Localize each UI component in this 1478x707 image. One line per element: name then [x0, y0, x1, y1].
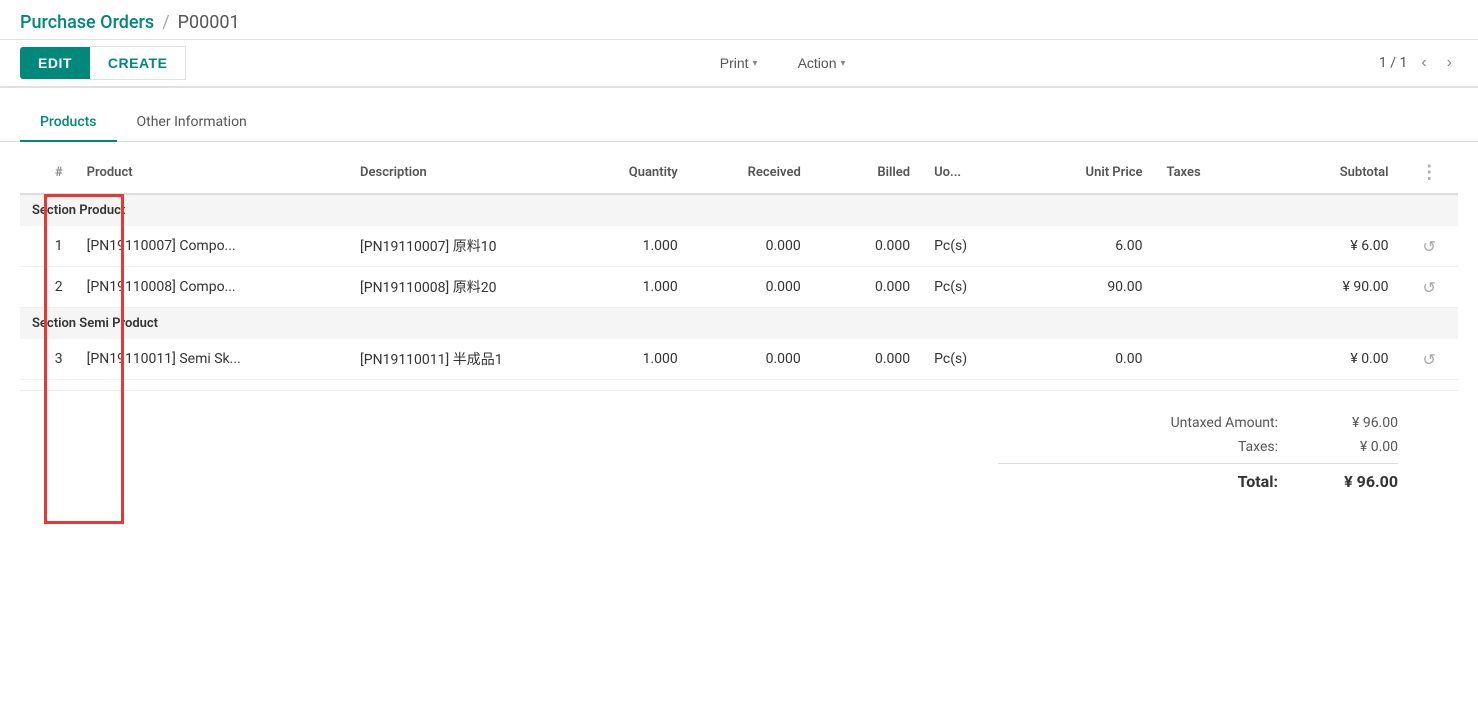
table-cell: [PN19110008] Compo... — [75, 267, 348, 308]
table-area: # Product Description Quantity Received … — [0, 152, 1478, 525]
table-cell: [PN19110011] 半成品1 — [348, 339, 567, 380]
table-cell: 0.000 — [813, 226, 922, 267]
col-header-actions: ⋮ — [1401, 152, 1458, 194]
taxes-value: ¥ 0.00 — [1318, 439, 1398, 455]
table-cell: 0.000 — [690, 267, 813, 308]
next-button[interactable]: › — [1441, 52, 1458, 74]
table-cell: 1.000 — [567, 226, 690, 267]
table-cell: 0.000 — [690, 339, 813, 380]
table-wrapper: # Product Description Quantity Received … — [20, 152, 1458, 380]
action-label: Action — [798, 55, 837, 71]
col-header-num: # — [20, 152, 75, 194]
prev-button[interactable]: ‹ — [1415, 52, 1432, 74]
table-row[interactable]: 1[PN19110007] Compo...[PN19110007] 原料101… — [20, 226, 1458, 267]
total-label: Total: — [998, 472, 1278, 491]
create-button[interactable]: CREATE — [90, 46, 187, 80]
table-cell: 2 — [20, 267, 75, 308]
col-header-billed: Billed — [813, 152, 922, 194]
untaxed-amount-label: Untaxed Amount: — [998, 415, 1278, 431]
table-cell: ¥ 6.00 — [1264, 226, 1401, 267]
totals-section: Untaxed Amount: ¥ 96.00 Taxes: ¥ 0.00 To… — [20, 390, 1458, 505]
breadcrumb-main[interactable]: Purchase Orders — [20, 12, 154, 33]
col-header-subtotal: Subtotal — [1264, 152, 1401, 194]
col-header-taxes: Taxes — [1154, 152, 1263, 194]
col-header-quantity: Quantity — [567, 152, 690, 194]
tab-products[interactable]: Products — [20, 104, 117, 142]
table-cell — [1154, 339, 1263, 380]
pagination: 1 / 1 ‹ › — [1379, 52, 1458, 74]
tab-other-information[interactable]: Other Information — [117, 104, 267, 142]
table-cell: 6.00 — [1018, 226, 1155, 267]
table-cell: 0.000 — [813, 267, 922, 308]
action-button[interactable]: Action ▾ — [788, 49, 856, 77]
print-chevron-icon: ▾ — [753, 58, 758, 69]
breadcrumb: Purchase Orders / P00001 — [0, 0, 1478, 39]
table-cell: 1.000 — [567, 339, 690, 380]
taxes-row: Taxes: ¥ 0.00 — [998, 435, 1398, 459]
table-cell: 1.000 — [567, 267, 690, 308]
products-table: # Product Description Quantity Received … — [20, 152, 1458, 380]
table-cell: 1 — [20, 226, 75, 267]
table-cell: Pc(s) — [922, 267, 1018, 308]
table-cell: 0.00 — [1018, 339, 1155, 380]
grand-total-row: Total: ¥ 96.00 — [998, 463, 1398, 495]
table-cell: [PN19110007] Compo... — [75, 226, 348, 267]
tabs: Products Other Information — [0, 104, 1478, 142]
table-cell: 0.000 — [813, 339, 922, 380]
table-cell: 0.000 — [690, 226, 813, 267]
table-cell: 3 — [20, 339, 75, 380]
col-header-unit-price: Unit Price — [1018, 152, 1155, 194]
table-cell: 90.00 — [1018, 267, 1155, 308]
table-cell: ¥ 0.00 — [1264, 339, 1401, 380]
untaxed-amount-value: ¥ 96.00 — [1318, 415, 1398, 431]
breadcrumb-sub: P00001 — [178, 12, 240, 33]
more-icon[interactable]: ⋮ — [1420, 162, 1438, 183]
table-cell: ¥ 90.00 — [1264, 267, 1401, 308]
section-header-row: Section Semi Product — [20, 308, 1458, 340]
section-header-row: Section Product — [20, 194, 1458, 226]
col-header-received: Received — [690, 152, 813, 194]
col-header-uom: Uo... — [922, 152, 1018, 194]
print-button[interactable]: Print ▾ — [710, 49, 768, 77]
table-cell: [PN19110008] 原料20 — [348, 267, 567, 308]
table-cell — [1154, 226, 1263, 267]
print-label: Print — [720, 55, 749, 71]
toolbar-middle: Print ▾ Action ▾ — [186, 49, 1378, 77]
edit-button[interactable]: EDIT — [20, 47, 90, 79]
untaxed-amount-row: Untaxed Amount: ¥ 96.00 — [998, 411, 1398, 435]
table-row[interactable]: 2[PN19110008] Compo...[PN19110008] 原料201… — [20, 267, 1458, 308]
table-cell: [PN19110011] Semi Sk... — [75, 339, 348, 380]
pagination-text: 1 / 1 — [1379, 55, 1407, 71]
history-icon[interactable]: ↺ — [1401, 339, 1458, 380]
table-cell: Pc(s) — [922, 339, 1018, 380]
taxes-label: Taxes: — [998, 439, 1278, 455]
history-icon[interactable]: ↺ — [1401, 226, 1458, 267]
toolbar: EDIT CREATE Print ▾ Action ▾ 1 / 1 ‹ › — [0, 39, 1478, 87]
action-chevron-icon: ▾ — [841, 58, 846, 69]
breadcrumb-separator: / — [162, 12, 169, 33]
col-header-product: Product — [75, 152, 348, 194]
table-row[interactable]: 3[PN19110011] Semi Sk...[PN19110011] 半成品… — [20, 339, 1458, 380]
table-cell — [1154, 267, 1263, 308]
table-cell: Pc(s) — [922, 226, 1018, 267]
toolbar-divider — [0, 87, 1478, 88]
table-cell: [PN19110007] 原料10 — [348, 226, 567, 267]
col-header-description: Description — [348, 152, 567, 194]
history-icon[interactable]: ↺ — [1401, 267, 1458, 308]
total-value: ¥ 96.00 — [1318, 472, 1398, 491]
